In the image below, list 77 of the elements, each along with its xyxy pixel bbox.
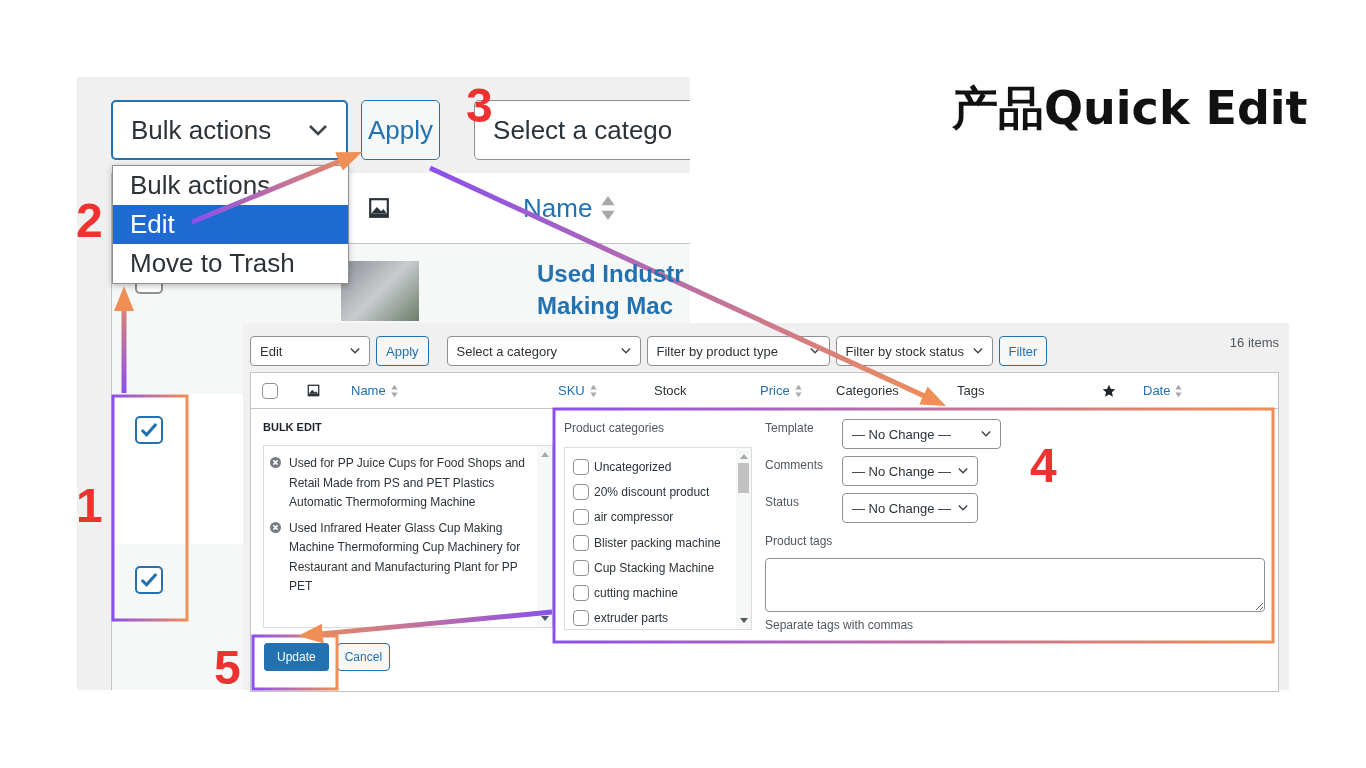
chevron-icon: [971, 347, 984, 355]
category-checkbox[interactable]: [573, 559, 589, 576]
image-icon: [368, 197, 390, 219]
category-label: Uncategorized: [594, 459, 672, 474]
chevron-icon: [349, 347, 361, 355]
dropdown-select[interactable]: — No Change —: [842, 493, 978, 523]
step-number: 2: [76, 197, 103, 245]
apply-button[interactable]: Apply: [376, 336, 429, 366]
menu-option[interactable]: Edit: [113, 205, 348, 244]
column-header: Categories: [836, 383, 899, 398]
row-checkbox[interactable]: [135, 416, 163, 444]
category-checkbox[interactable]: [573, 483, 589, 500]
sort-icon: [793, 383, 803, 398]
field-label: Product tags: [765, 534, 834, 548]
chevron-icon: [957, 467, 969, 475]
menu-option[interactable]: Bulk actions: [113, 166, 348, 205]
chevron-icon: [808, 347, 821, 355]
chevron-icon: [619, 347, 632, 355]
sort-icon: [1174, 383, 1184, 398]
category-label: 20% discount product: [594, 484, 710, 499]
column-header: Tags: [957, 383, 985, 398]
sort-icon: [600, 194, 617, 222]
category-checkbox[interactable]: [573, 610, 589, 627]
tags-input-field[interactable]: [765, 558, 1265, 612]
category-label: extruder parts: [594, 611, 669, 626]
category-label: air compressor: [594, 510, 674, 525]
remove-icon[interactable]: [270, 457, 281, 468]
section-heading: BULK EDIT: [263, 421, 323, 433]
step-number: 1: [76, 482, 103, 530]
action-select[interactable]: Edit: [250, 336, 370, 366]
chevron-icon: [957, 504, 969, 512]
image-icon: [307, 384, 320, 397]
product-title: Used Infrared Heater Glass Cup Making Machine Thermoforming Cup Machinery for Restaurant and Manufacturing Plant for PP PET: [289, 519, 522, 595]
product-type-select[interactable]: Filter by product type: [646, 336, 830, 366]
field-label: Comments: [765, 458, 824, 472]
field-label: Template: [765, 421, 815, 435]
stock-status-select[interactable]: Filter by stock status: [835, 336, 993, 366]
step-number: 4: [1030, 442, 1057, 490]
menu-option[interactable]: Move to Trash: [113, 244, 348, 283]
cancel-button[interactable]: Cancel: [336, 643, 391, 671]
product-title: Used for PP Juice Cups for Food Shops and Retail Made from PS and PET Plastics Automatic Thermoforming Machine: [289, 455, 526, 511]
filter-button[interactable]: Filter: [998, 336, 1048, 366]
category-checkbox[interactable]: [573, 585, 589, 602]
sort-icon: [389, 383, 399, 398]
scrollbar[interactable]: [736, 448, 751, 629]
column-header[interactable]: Price: [760, 383, 790, 398]
field-label: Status: [765, 495, 801, 509]
field-label: Product categories: [564, 421, 666, 435]
column-header[interactable]: Date: [1143, 383, 1171, 398]
bulk-actions-select[interactable]: Bulk actions: [111, 100, 348, 160]
chevron-icon: [980, 430, 992, 438]
column-header[interactable]: Name: [523, 192, 593, 224]
category-label: cutting machine: [594, 586, 679, 601]
row-checkbox[interactable]: [135, 566, 163, 594]
dropdown-select[interactable]: — No Change —: [842, 456, 978, 486]
step-number: 5: [214, 644, 241, 692]
scrollbar[interactable]: [537, 446, 552, 627]
hint-text: Separate tags with commas: [765, 618, 915, 632]
column-header: Stock: [654, 383, 687, 398]
category-select[interactable]: Select a category: [446, 336, 641, 366]
item-count: 16 items: [1229, 335, 1279, 350]
apply-button[interactable]: Apply: [361, 100, 441, 160]
chevron-icon: [308, 124, 328, 136]
category-checkbox[interactable]: [573, 509, 589, 526]
category-label: Blister packing machine: [594, 535, 721, 550]
update-button[interactable]: Update: [264, 643, 329, 671]
slide-title: 产品Quick Edit: [952, 80, 1308, 137]
star-icon: [1102, 383, 1116, 398]
category-label: Cup Stacking Machine: [594, 560, 715, 575]
sort-icon: [588, 383, 598, 398]
column-header[interactable]: SKU: [558, 383, 585, 398]
remove-icon[interactable]: [270, 521, 281, 533]
column-header[interactable]: Name: [351, 383, 386, 398]
dropdown-select[interactable]: — No Change —: [842, 419, 1001, 449]
category-checkbox[interactable]: [573, 458, 589, 475]
select-all-checkbox[interactable]: [262, 382, 278, 399]
category-checkbox[interactable]: [573, 534, 589, 551]
